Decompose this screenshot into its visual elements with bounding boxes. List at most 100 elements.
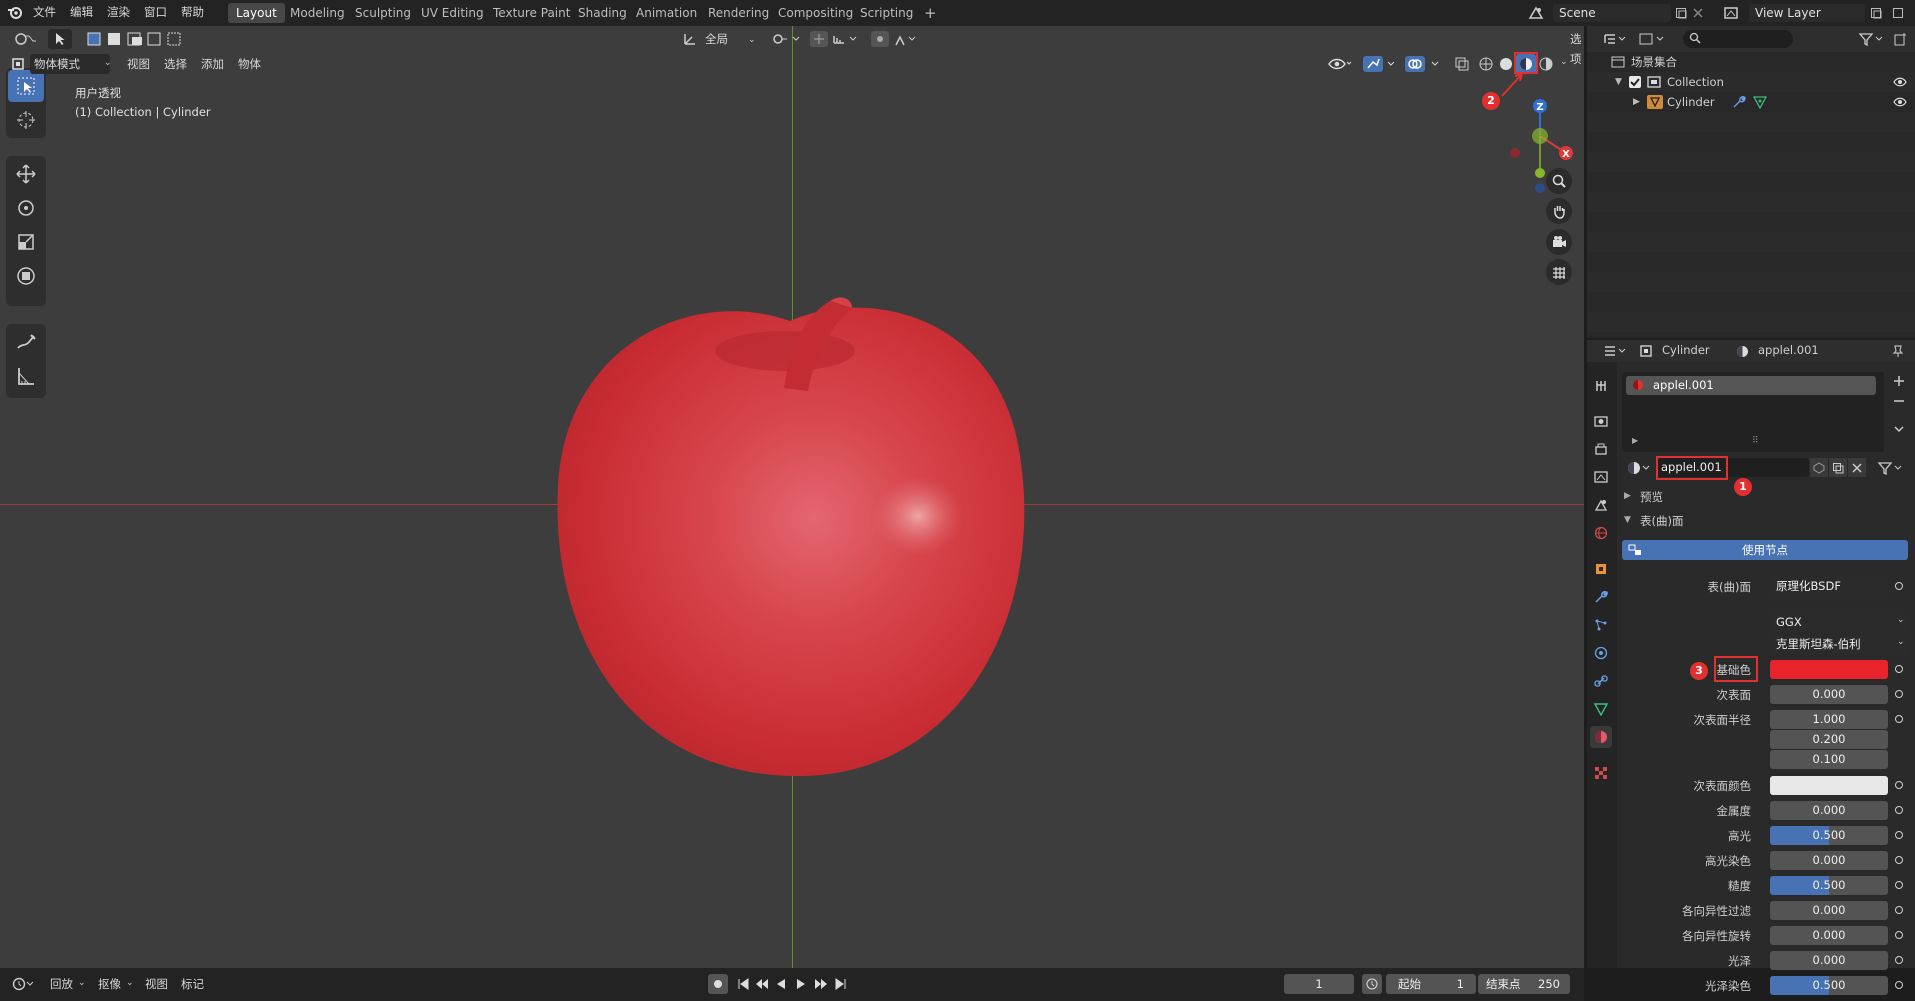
zoom-icon[interactable]: [1546, 168, 1572, 194]
outliner-row-collection[interactable]: ▼ Collection: [1587, 72, 1915, 92]
socket-link-icon[interactable]: [1895, 856, 1903, 864]
socket-link-icon[interactable]: [1895, 931, 1903, 939]
add-slot-icon[interactable]: [1889, 372, 1909, 390]
close-view-layer-icon[interactable]: [1890, 4, 1906, 22]
tab-sculpting[interactable]: Sculpting: [347, 3, 419, 23]
tool-tab-icon[interactable]: [1590, 375, 1612, 397]
socket-link-icon[interactable]: [1895, 956, 1903, 964]
rotate-tool[interactable]: [8, 192, 44, 224]
play-icon[interactable]: [792, 974, 810, 994]
transform-orientation-icon[interactable]: [680, 29, 700, 49]
record-icon[interactable]: [708, 974, 728, 994]
slot-specials-chevron-icon[interactable]: [1889, 420, 1909, 438]
overlays-icon[interactable]: [1404, 54, 1444, 74]
subsurface-radius-x[interactable]: 1.000: [1770, 710, 1888, 729]
outliner-search-input[interactable]: [1683, 30, 1793, 48]
tab-uv-editing[interactable]: UV Editing: [413, 3, 492, 23]
timeline-editor-icon[interactable]: [10, 975, 38, 993]
tab-compositing[interactable]: Compositing: [770, 3, 861, 23]
list-resize-handle-icon[interactable]: ⠿: [1752, 436, 1759, 446]
new-collection-icon[interactable]: [1892, 30, 1910, 48]
pin-icon[interactable]: [1890, 342, 1906, 360]
object-mode-icon[interactable]: [10, 55, 26, 73]
select-tool-icon[interactable]: [48, 29, 72, 49]
object-tab-icon[interactable]: [1590, 558, 1612, 580]
remove-slot-icon[interactable]: [1889, 392, 1909, 410]
socket-link-icon[interactable]: [1895, 690, 1903, 698]
outliner-type-icon[interactable]: [1601, 30, 1629, 48]
scene-field[interactable]: Scene: [1553, 4, 1671, 22]
socket-link-icon[interactable]: [1895, 781, 1903, 789]
outliner-row-cylinder[interactable]: ▶ Cylinder: [1587, 92, 1915, 112]
apple-model[interactable]: [540, 256, 1040, 796]
start-frame-field[interactable]: 起始 1: [1386, 974, 1476, 994]
transform-tool[interactable]: [8, 260, 44, 292]
subsurface-radius-z[interactable]: 0.100: [1770, 750, 1888, 769]
selection-mode-icons[interactable]: [84, 29, 184, 49]
camera-view-icon[interactable]: [1546, 229, 1572, 255]
next-keyframe-icon[interactable]: [812, 974, 830, 994]
tab-texture-paint[interactable]: Texture Paint: [485, 3, 578, 23]
play-reverse-icon[interactable]: [772, 974, 790, 994]
timeline-view-menu[interactable]: 视图: [145, 974, 168, 994]
playback-menu[interactable]: 回放: [50, 974, 73, 994]
proportional-editing-icon[interactable]: [870, 29, 920, 49]
fake-user-icon[interactable]: [1810, 458, 1828, 477]
scene-tab-icon[interactable]: [1590, 494, 1612, 516]
blender-logo-icon[interactable]: [6, 3, 24, 21]
filter-icon[interactable]: [1857, 30, 1887, 48]
object-mode-dropdown[interactable]: 物体模式: [30, 54, 110, 74]
tab-layout[interactable]: Layout: [228, 3, 285, 23]
menu-render[interactable]: 渲染: [107, 4, 130, 20]
subsurface-method-dropdown[interactable]: 克里斯坦森-伯利: [1770, 635, 1908, 654]
wireframe-shading-icon[interactable]: [1476, 54, 1496, 74]
marker-menu[interactable]: 标记: [181, 974, 204, 994]
view-layer-icon[interactable]: [1718, 3, 1746, 23]
new-view-layer-icon[interactable]: [1868, 4, 1884, 22]
modifier-tab-icon[interactable]: [1590, 586, 1612, 608]
surface-panel-header[interactable]: 表(曲)面: [1640, 513, 1683, 529]
pan-hand-icon[interactable]: [1546, 198, 1572, 224]
roughness-slider[interactable]: 0.500: [1770, 876, 1888, 895]
mesh-data-icon[interactable]: [1753, 95, 1767, 109]
subsurface-color-swatch[interactable]: [1770, 776, 1888, 795]
subsurface-radius-y[interactable]: 0.200: [1770, 730, 1888, 749]
menu-edit[interactable]: 编辑: [70, 4, 93, 20]
new-scene-icon[interactable]: [1673, 4, 1689, 22]
socket-link-icon[interactable]: [1895, 831, 1903, 839]
tab-shading[interactable]: Shading: [570, 3, 635, 23]
socket-link-icon[interactable]: [1895, 582, 1903, 590]
socket-link-icon[interactable]: [1895, 981, 1903, 989]
list-expand-arrow-icon[interactable]: ▶: [1632, 436, 1638, 445]
select-menu[interactable]: 选择: [164, 54, 187, 74]
options-dropdown[interactable]: 选项: [1570, 29, 1584, 66]
cursor-tool[interactable]: [8, 104, 44, 136]
tab-modeling[interactable]: Modeling: [282, 3, 353, 23]
expand-arrow-icon[interactable]: ▶: [1633, 92, 1640, 112]
texture-tab-icon[interactable]: [1590, 762, 1612, 784]
object-menu[interactable]: 物体: [238, 54, 261, 74]
jump-end-icon[interactable]: [832, 974, 850, 994]
move-tool[interactable]: [8, 158, 44, 190]
snap-icon[interactable]: [808, 29, 868, 49]
socket-link-icon[interactable]: [1895, 665, 1903, 673]
collection-checkbox[interactable]: [1629, 76, 1641, 88]
measure-tool[interactable]: [8, 360, 44, 392]
preview-panel-header[interactable]: 预览: [1640, 489, 1663, 505]
eye-icon[interactable]: [1893, 76, 1907, 88]
socket-link-icon[interactable]: [1895, 715, 1903, 723]
menu-window[interactable]: 窗口: [144, 4, 167, 20]
menu-help[interactable]: 帮助: [181, 4, 204, 20]
visibility-icon[interactable]: [1326, 54, 1354, 74]
tab-animation[interactable]: Animation: [628, 3, 705, 23]
display-mode-icon[interactable]: [1637, 30, 1667, 48]
base-color-swatch[interactable]: [1770, 660, 1888, 679]
expand-arrow-icon[interactable]: ▼: [1615, 72, 1622, 92]
add-menu[interactable]: 添加: [201, 54, 224, 74]
particles-tab-icon[interactable]: [1590, 614, 1612, 636]
menu-file[interactable]: 文件: [33, 4, 56, 20]
gizmo-toggle-icon[interactable]: [1362, 54, 1398, 74]
material-tab-icon[interactable]: [1590, 726, 1612, 748]
chevron-down-icon[interactable]: ⌄: [1560, 57, 1568, 67]
keying-menu[interactable]: 抠像: [98, 974, 121, 994]
